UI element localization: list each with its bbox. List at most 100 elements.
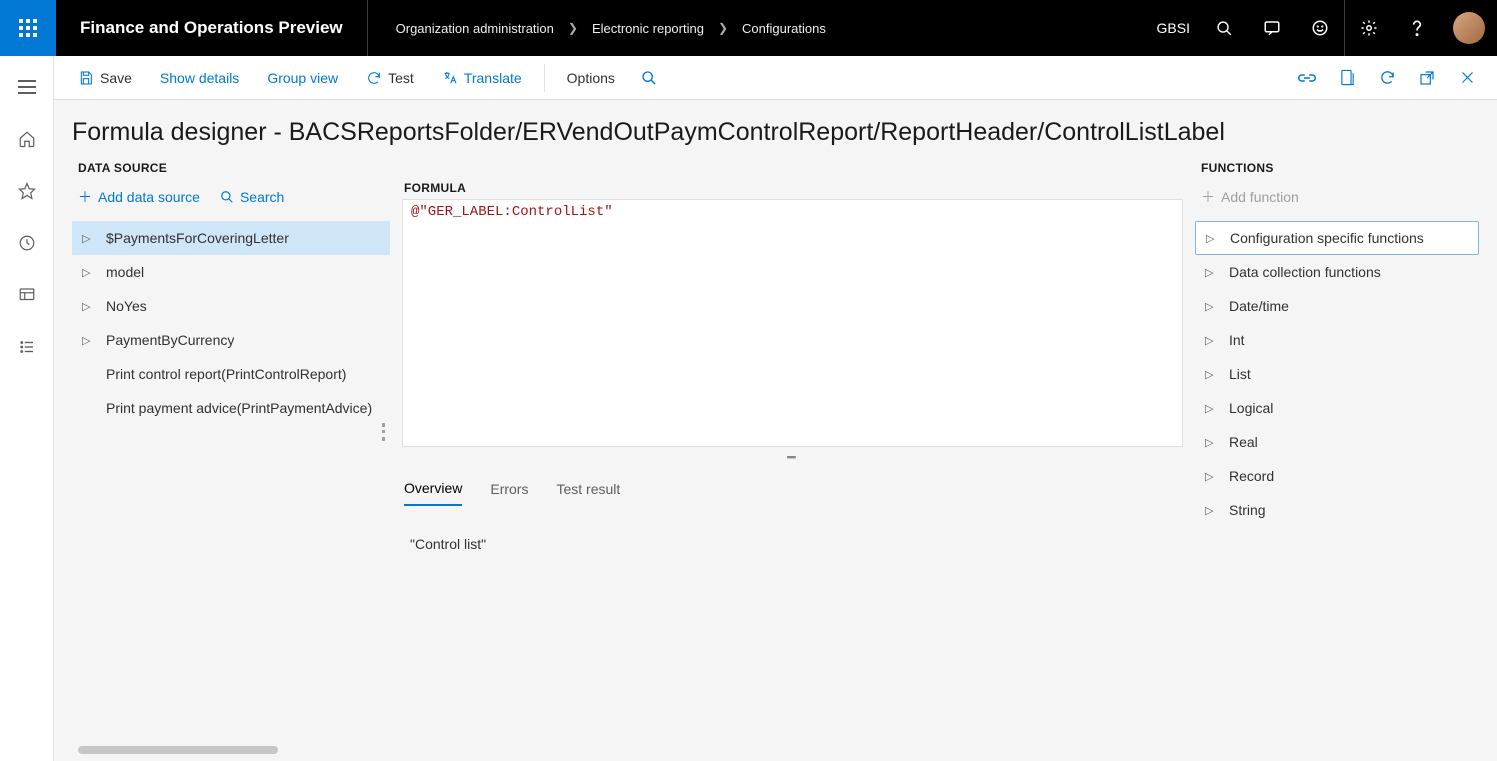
breadcrumb: Organization administration ❯ Electronic… [368, 21, 826, 36]
function-category[interactable]: ▷ Logical [1195, 391, 1479, 425]
functions-tree: ▷Configuration specific functions▷Data c… [1195, 221, 1479, 527]
chat-icon[interactable] [1248, 0, 1296, 56]
datasource-item[interactable]: ▷ model [72, 255, 390, 289]
smiley-icon[interactable] [1296, 0, 1344, 56]
page-title: Formula designer - BACSReportsFolder/ERV… [72, 118, 1497, 147]
app-title: Finance and Operations Preview [56, 0, 368, 56]
expand-icon[interactable]: ▷ [82, 300, 96, 313]
expand-icon[interactable]: ▷ [1206, 232, 1220, 245]
breadcrumb-item[interactable]: Organization administration [396, 21, 554, 36]
function-category[interactable]: ▷ String [1195, 493, 1479, 527]
breadcrumb-item[interactable]: Electronic reporting [592, 21, 704, 36]
save-icon [78, 70, 94, 86]
datasource-item-label: model [106, 264, 144, 280]
datasource-item[interactable]: ▷ NoYes [72, 289, 390, 323]
list-icon[interactable] [7, 330, 47, 364]
gear-icon[interactable] [1345, 0, 1393, 56]
translate-icon [442, 70, 458, 86]
function-category-label: List [1229, 366, 1251, 382]
function-category[interactable]: ▷ Real [1195, 425, 1479, 459]
menu-toggle[interactable] [7, 70, 47, 104]
splitter-handle[interactable]: ━ [402, 447, 1183, 468]
formula-editor[interactable]: @"GER_LABEL:ControlList" [402, 199, 1183, 447]
plus-icon: ＋ [78, 187, 92, 207]
expand-icon[interactable]: ▷ [1205, 504, 1219, 517]
tab-test-result[interactable]: Test result [556, 474, 620, 506]
search-icon[interactable] [1200, 0, 1248, 56]
datasource-section-header: DATA SOURCE [72, 153, 390, 181]
save-label: Save [100, 70, 132, 86]
function-category[interactable]: ▷ Int [1195, 323, 1479, 357]
search-icon [220, 190, 234, 204]
refresh-icon [366, 70, 382, 86]
function-category-label: Real [1229, 434, 1258, 450]
workspace-icon[interactable] [7, 278, 47, 312]
search-datasource-button[interactable]: Search [220, 187, 284, 207]
show-details-button[interactable]: Show details [148, 64, 251, 92]
chevron-right-icon: ❯ [568, 21, 578, 35]
function-category[interactable]: ▷ List [1195, 357, 1479, 391]
expand-icon[interactable]: ▷ [82, 232, 96, 245]
refresh-icon[interactable] [1369, 60, 1405, 96]
page-icon[interactable] [1329, 60, 1365, 96]
hamburger-icon [18, 86, 36, 88]
expand-icon[interactable]: ▷ [82, 334, 96, 347]
save-button[interactable]: Save [66, 64, 144, 92]
horizontal-scrollbar[interactable] [72, 745, 332, 755]
function-category-label: String [1229, 502, 1266, 518]
functions-section-header: FUNCTIONS [1195, 153, 1479, 181]
function-category[interactable]: ▷Configuration specific functions [1195, 221, 1479, 255]
expand-icon[interactable]: ▷ [1205, 266, 1219, 279]
function-category-label: Logical [1229, 400, 1273, 416]
expand-icon[interactable]: ▷ [1205, 402, 1219, 415]
company-picker[interactable]: GBSI [1147, 20, 1200, 36]
options-button[interactable]: Options [555, 64, 627, 92]
close-icon[interactable] [1449, 60, 1485, 96]
test-button[interactable]: Test [354, 64, 426, 92]
datasource-item[interactable]: ▷ $PaymentsForCoveringLetter [72, 221, 390, 255]
group-view-button[interactable]: Group view [255, 64, 350, 92]
waffle-icon [19, 19, 37, 37]
datasource-item-label: $PaymentsForCoveringLetter [106, 230, 289, 246]
expand-icon[interactable]: ▷ [1205, 436, 1219, 449]
avatar[interactable] [1453, 12, 1485, 44]
datasource-item[interactable]: ▷ PaymentByCurrency [72, 323, 390, 357]
clock-icon[interactable] [7, 226, 47, 260]
help-icon[interactable] [1393, 0, 1441, 56]
datasource-item[interactable]: ▷Print control report(PrintControlReport… [72, 357, 390, 391]
plus-icon: ＋ [1201, 187, 1215, 207]
function-category-label: Record [1229, 468, 1274, 484]
tab-overview[interactable]: Overview [404, 474, 462, 506]
overview-value: "Control list" [402, 506, 1183, 552]
function-category-label: Int [1229, 332, 1245, 348]
datasource-item[interactable]: ▷Print payment advice(PrintPaymentAdvice… [72, 391, 390, 425]
top-navbar: Finance and Operations Preview Organizat… [0, 0, 1497, 56]
tab-errors[interactable]: Errors [490, 474, 528, 506]
function-category[interactable]: ▷Data collection functions [1195, 255, 1479, 289]
expand-icon[interactable]: ▷ [1205, 368, 1219, 381]
translate-button[interactable]: Translate [430, 64, 534, 92]
action-bar: Save Show details Group view Test Transl… [54, 56, 1497, 100]
breadcrumb-item[interactable]: Configurations [742, 21, 826, 36]
popout-icon[interactable] [1409, 60, 1445, 96]
chevron-right-icon: ❯ [718, 21, 728, 35]
home-icon[interactable] [7, 122, 47, 156]
left-nav-rail [0, 56, 54, 761]
datasource-item-label: PaymentByCurrency [106, 332, 234, 348]
expand-icon[interactable]: ▷ [82, 266, 96, 279]
expand-icon[interactable]: ▷ [1205, 470, 1219, 483]
add-datasource-button[interactable]: ＋ Add data source [78, 187, 200, 207]
function-category[interactable]: ▷Date/time [1195, 289, 1479, 323]
link-icon[interactable] [1289, 60, 1325, 96]
add-function-button[interactable]: ＋ Add function [1201, 187, 1299, 207]
app-launcher[interactable] [0, 0, 56, 56]
topbar-right: GBSI [1147, 0, 1497, 56]
datasource-tree: ▷$PaymentsForCoveringLetter▷model▷NoYes▷… [72, 221, 390, 425]
star-icon[interactable] [7, 174, 47, 208]
search-action-icon[interactable] [631, 60, 667, 96]
function-category[interactable]: ▷ Record [1195, 459, 1479, 493]
expand-icon[interactable]: ▷ [1205, 334, 1219, 347]
datasource-item-label: NoYes [106, 298, 147, 314]
expand-icon[interactable]: ▷ [1205, 300, 1219, 313]
separator [544, 64, 545, 92]
